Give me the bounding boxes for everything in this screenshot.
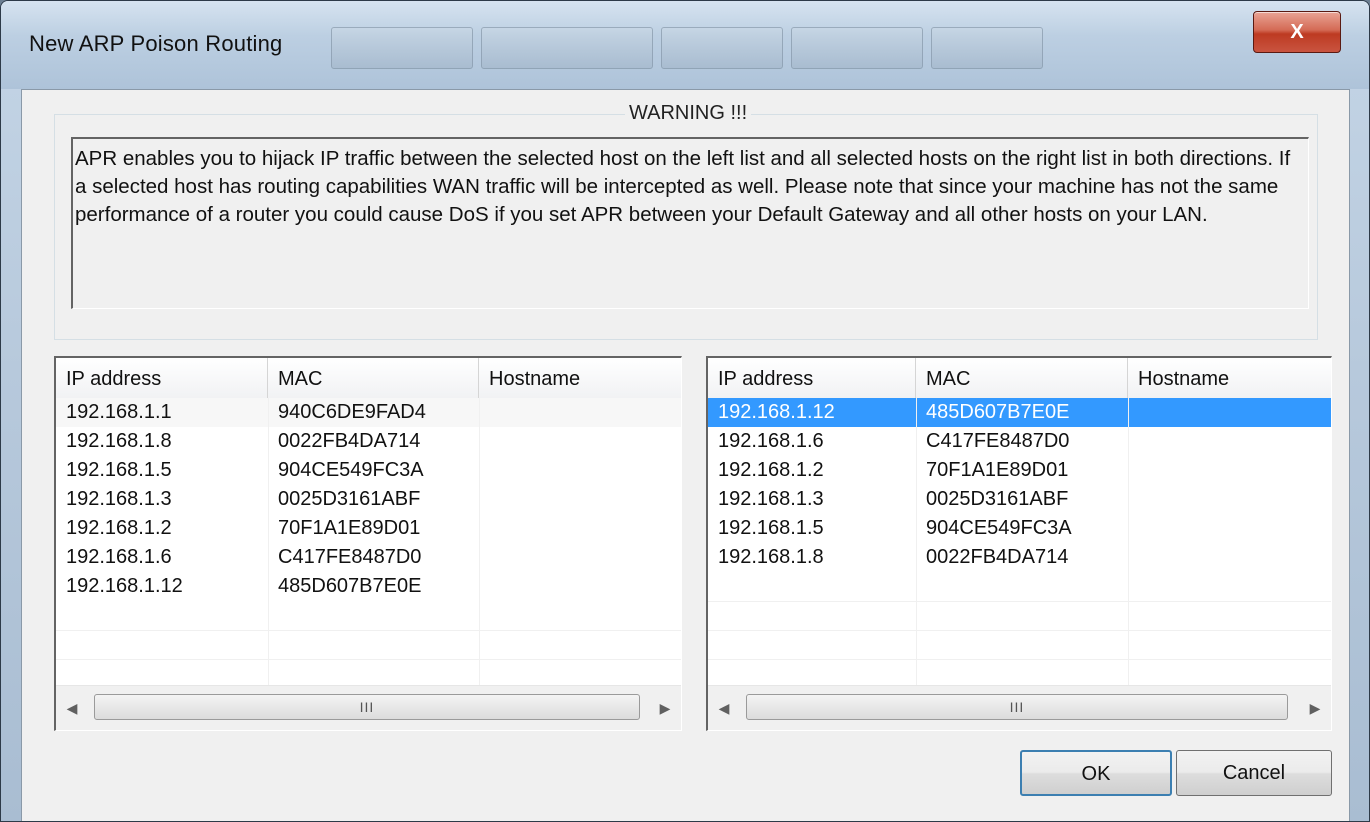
right-list-body: 192.168.1.12 485D607B7E0E 192.168.1.6 C417F…: [708, 398, 1331, 689]
left-column-hostname[interactable]: Hostname: [479, 358, 681, 398]
left-host-list[interactable]: IP address MAC Hostname 192.168.1.1 940C6…: [54, 356, 682, 731]
ip-cell: 192.168.1.8: [718, 546, 824, 568]
ip-cell: 192.168.1.3: [66, 488, 172, 510]
hostname-cell: [479, 398, 681, 427]
right-horizontal-scrollbar[interactable]: ◀ III ▶: [708, 685, 1331, 730]
grip-icon: III: [359, 699, 375, 715]
scroll-left-icon[interactable]: ◀: [714, 696, 734, 720]
table-row[interactable]: 192.168.1.12 485D607B7E0E: [708, 398, 1331, 427]
ip-cell: 192.168.1.12: [718, 401, 835, 423]
hostname-cell: [1128, 456, 1331, 485]
dialog-window: New ARP Poison Routing X WARNING !!! APR…: [0, 0, 1370, 822]
table-row[interactable]: 192.168.1.8 0022FB4DA714: [708, 543, 1331, 572]
right-host-list[interactable]: IP address MAC Hostname 192.168.1.12 485D…: [706, 356, 1332, 731]
mac-cell: 0022FB4DA714: [278, 430, 421, 452]
mac-cell: 0022FB4DA714: [926, 546, 1069, 568]
scroll-thumb[interactable]: III: [94, 694, 640, 720]
table-row[interactable]: 192.168.1.6 C417FE8487D0: [708, 427, 1331, 456]
right-list-header: IP address MAC Hostname: [708, 358, 1331, 399]
ip-cell: 192.168.1.6: [66, 546, 172, 568]
window-title: New ARP Poison Routing: [29, 31, 283, 56]
hostname-cell: [1128, 398, 1331, 427]
scroll-right-icon[interactable]: ▶: [1305, 696, 1325, 720]
warning-legend: WARNING !!!: [625, 102, 752, 125]
mac-cell: 904CE549FC3A: [278, 459, 424, 481]
right-column-ip-address[interactable]: IP address: [708, 358, 916, 398]
ip-cell: 192.168.1.6: [718, 430, 824, 452]
table-row[interactable]: 192.168.1.5 904CE549FC3A: [56, 456, 681, 485]
dialog-client-area: WARNING !!! APR enables you to hijack IP…: [21, 89, 1350, 821]
scroll-thumb[interactable]: III: [746, 694, 1288, 720]
mac-cell: 70F1A1E89D01: [278, 517, 421, 539]
hostname-cell: [1128, 485, 1331, 514]
hostname-cell: [479, 456, 681, 485]
scroll-left-icon[interactable]: ◀: [62, 696, 82, 720]
table-row[interactable]: 192.168.1.12 485D607B7E0E: [56, 572, 681, 601]
ip-cell: 192.168.1.8: [66, 430, 172, 452]
close-icon: X: [1290, 20, 1304, 43]
empty-row: [708, 572, 1331, 602]
mac-cell: 904CE549FC3A: [926, 517, 1072, 539]
empty-row: [708, 630, 1331, 660]
ok-button[interactable]: OK: [1020, 750, 1172, 796]
left-column-ip-address[interactable]: IP address: [56, 358, 268, 398]
ip-cell: 192.168.1.2: [718, 459, 824, 481]
background-taskbar-reflection: [331, 19, 1051, 73]
mac-cell: 940C6DE9FAD4: [278, 401, 426, 423]
empty-row: [708, 601, 1331, 631]
mac-cell: 485D607B7E0E: [278, 575, 422, 597]
grip-icon: III: [1009, 699, 1025, 715]
hostname-cell: [479, 543, 681, 572]
left-horizontal-scrollbar[interactable]: ◀ III ▶: [56, 685, 681, 730]
mac-cell: 0025D3161ABF: [926, 488, 1069, 510]
hostname-cell: [479, 514, 681, 543]
ip-cell: 192.168.1.3: [718, 488, 824, 510]
table-row[interactable]: 192.168.1.8 0022FB4DA714: [56, 427, 681, 456]
mac-cell: 70F1A1E89D01: [926, 459, 1069, 481]
hostname-cell: [1128, 543, 1331, 572]
ip-cell: 192.168.1.1: [66, 401, 172, 423]
left-list-header: IP address MAC Hostname: [56, 358, 681, 399]
table-row[interactable]: 192.168.1.5 904CE549FC3A: [708, 514, 1331, 543]
mac-cell: C417FE8487D0: [278, 546, 422, 568]
left-column-mac[interactable]: MAC: [268, 358, 479, 398]
table-row[interactable]: 192.168.1.2 70F1A1E89D01: [56, 514, 681, 543]
ip-cell: 192.168.1.5: [66, 459, 172, 481]
right-column-hostname[interactable]: Hostname: [1128, 358, 1331, 398]
title-bar[interactable]: New ARP Poison Routing X: [1, 1, 1369, 89]
table-row[interactable]: 192.168.1.1 940C6DE9FAD4: [56, 398, 681, 427]
ip-cell: 192.168.1.12: [66, 575, 183, 597]
scroll-right-icon[interactable]: ▶: [655, 696, 675, 720]
right-column-mac[interactable]: MAC: [916, 358, 1128, 398]
left-list-body: 192.168.1.1 940C6DE9FAD4 192.168.1.8 0022FB…: [56, 398, 681, 689]
mac-cell: C417FE8487D0: [926, 430, 1070, 452]
table-row[interactable]: 192.168.1.3 0025D3161ABF: [708, 485, 1331, 514]
hostname-cell: [1128, 514, 1331, 543]
ip-cell: 192.168.1.2: [66, 517, 172, 539]
hostname-cell: [1128, 427, 1331, 456]
close-button[interactable]: X: [1253, 11, 1341, 53]
warning-text: APR enables you to hijack IP traffic bet…: [71, 137, 1309, 309]
table-row[interactable]: 192.168.1.6 C417FE8487D0: [56, 543, 681, 572]
cancel-button[interactable]: Cancel: [1176, 750, 1332, 796]
empty-row: [56, 630, 681, 660]
mac-cell: 485D607B7E0E: [926, 401, 1070, 423]
hostname-cell: [479, 485, 681, 514]
hostname-cell: [479, 572, 681, 601]
ip-cell: 192.168.1.5: [718, 517, 824, 539]
mac-cell: 0025D3161ABF: [278, 488, 421, 510]
table-row[interactable]: 192.168.1.2 70F1A1E89D01: [708, 456, 1331, 485]
warning-groupbox: WARNING !!! APR enables you to hijack IP…: [54, 102, 1318, 340]
empty-row: [56, 601, 681, 631]
hostname-cell: [479, 427, 681, 456]
table-row[interactable]: 192.168.1.3 0025D3161ABF: [56, 485, 681, 514]
